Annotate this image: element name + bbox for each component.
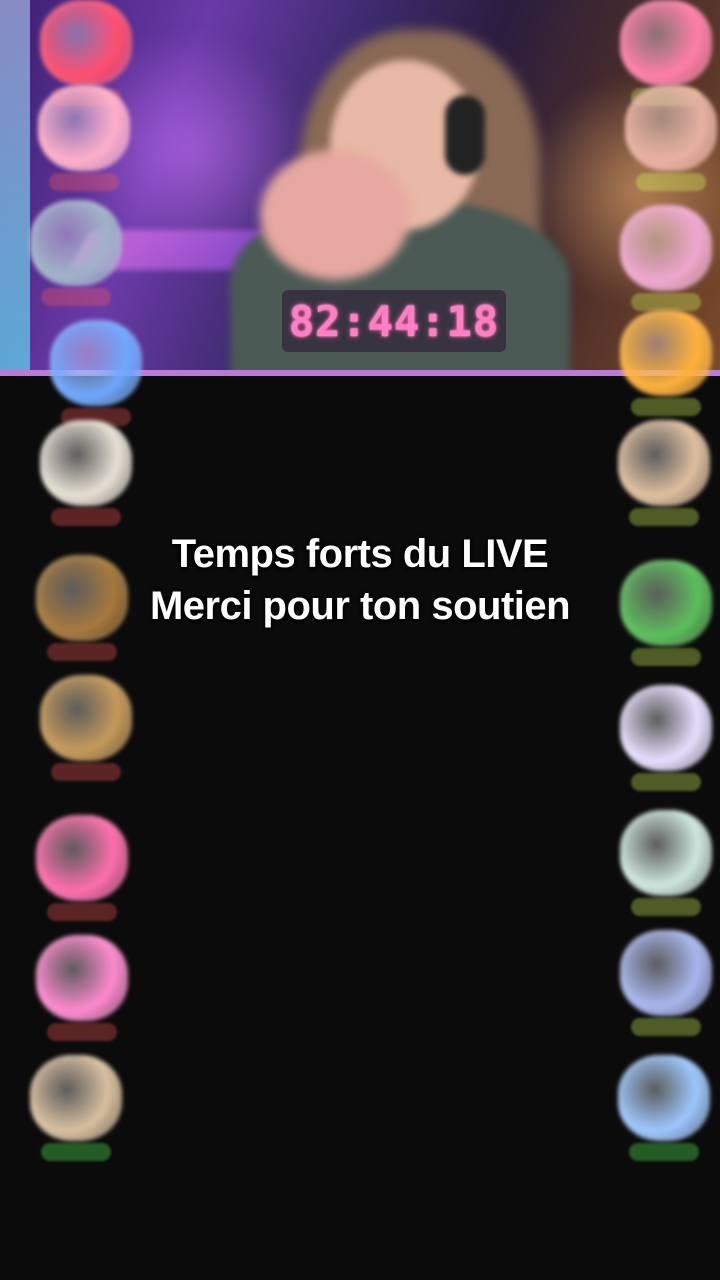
lion-gift-icon <box>40 675 132 761</box>
fox-gift-icon <box>625 85 717 171</box>
gift-label <box>47 643 117 661</box>
flower-frog-gift-icon <box>620 560 712 646</box>
heart-box-gift-icon <box>620 0 712 86</box>
gift-label <box>47 903 117 921</box>
right-gift-7 <box>620 685 712 791</box>
gift-label <box>631 648 701 666</box>
left-gift-10 <box>30 1055 122 1161</box>
right-gift-4 <box>620 310 712 416</box>
gift-label <box>51 508 121 526</box>
gift-label <box>629 1143 699 1161</box>
astronaut-gift-icon <box>30 200 122 286</box>
gift-label <box>629 508 699 526</box>
left-gift-8 <box>36 815 128 921</box>
dino-gift-icon <box>620 310 712 396</box>
right-gift-3 <box>620 205 712 311</box>
right-gift-9 <box>620 930 712 1036</box>
right-gift-5 <box>618 420 710 526</box>
left-gift-3 <box>30 200 122 306</box>
gift-label <box>631 293 701 311</box>
left-gift-6 <box>36 555 128 661</box>
giraffe-gift-icon <box>40 420 132 506</box>
video-side-glow <box>0 0 30 370</box>
gift-label <box>631 1018 701 1036</box>
gift-label <box>631 398 701 416</box>
right-gift-10 <box>618 1055 710 1161</box>
gift-label <box>631 898 701 916</box>
eagle-gift-icon <box>620 810 712 896</box>
left-gift-4 <box>50 320 142 426</box>
pink-gift-gift-icon <box>620 205 712 291</box>
headphone-icon <box>445 95 485 175</box>
pegasus-gift-icon <box>620 685 712 771</box>
gift-label <box>41 1143 111 1161</box>
sparkle-gift-icon <box>50 320 142 406</box>
left-gift-7 <box>40 675 132 781</box>
castle-gift-icon <box>618 1055 710 1141</box>
streamer-hands <box>260 150 410 280</box>
left-gift-9 <box>36 935 128 1041</box>
left-gift-2 <box>38 85 130 191</box>
gift-label <box>49 173 119 191</box>
gift-label <box>41 288 111 306</box>
convertible-gift-icon <box>36 935 128 1021</box>
pink-car-gift-icon <box>36 815 128 901</box>
donut-gift-icon <box>38 85 130 171</box>
bunny-gift-icon <box>618 420 710 506</box>
llama-gift-icon <box>30 1055 122 1141</box>
elephant-gift-icon <box>620 930 712 1016</box>
left-gift-5 <box>40 420 132 526</box>
gift-label <box>51 763 121 781</box>
gift-label <box>636 173 706 191</box>
gift-label <box>47 1023 117 1041</box>
live-timer: 82:44:18 <box>282 290 506 352</box>
rose-gift-icon <box>40 0 132 86</box>
bear-gift-icon <box>36 555 128 641</box>
gift-label <box>631 773 701 791</box>
right-gift-8 <box>620 810 712 916</box>
right-gift-2 <box>625 85 717 191</box>
right-gift-6 <box>620 560 712 666</box>
